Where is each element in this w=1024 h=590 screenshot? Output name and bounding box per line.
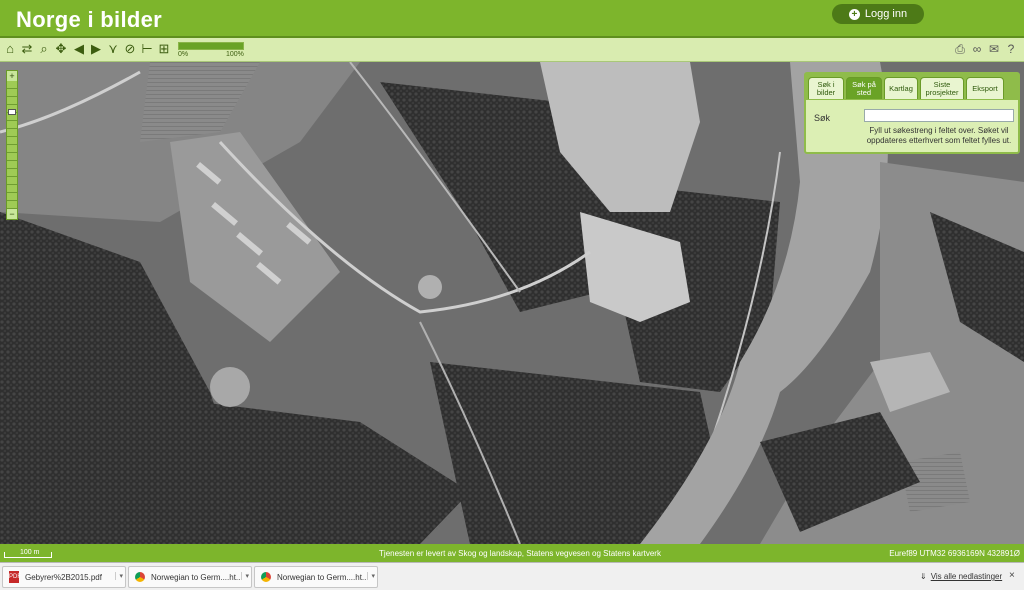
print-icon[interactable]: ⎙ bbox=[953, 41, 967, 57]
download-filename: Norwegian to Germ....ht... bbox=[151, 572, 243, 582]
search-input[interactable] bbox=[864, 109, 1014, 122]
toolbar: ⌂ ⇄ ⌕ ✥ ◀ ▶ ⋎ ⊘ ⊢ ⊞ bbox=[0, 38, 1024, 62]
help-icon[interactable]: ? bbox=[1004, 41, 1018, 57]
right-toolbar: ⎙ ∞ ✉ ? bbox=[953, 41, 1018, 57]
scale-label: 100 m bbox=[20, 549, 40, 556]
tab-export[interactable]: Eksport bbox=[966, 77, 1004, 99]
zoom-box-icon[interactable]: ⌕ bbox=[36, 41, 52, 57]
refresh-icon[interactable]: ⇄ bbox=[19, 41, 35, 57]
load-progress-bar bbox=[178, 42, 244, 50]
chrome-icon bbox=[261, 572, 271, 582]
credits-text: Tjenesten er levert av Skog og landskap,… bbox=[379, 549, 661, 558]
pdf-file-icon: PDF bbox=[9, 571, 21, 583]
download-icon: ⇓ bbox=[920, 572, 927, 581]
chevron-down-icon[interactable]: ▾ bbox=[241, 572, 249, 580]
coordinate-readout: Euref89 UTM32 6936169N 432891Ø bbox=[889, 549, 1020, 558]
chrome-icon bbox=[135, 572, 145, 582]
chevron-down-icon[interactable]: ▾ bbox=[367, 572, 375, 580]
download-bar: PDF Gebyrer%2B2015.pdf ▾ Norwegian to Ge… bbox=[0, 562, 1024, 590]
back-arrow-icon[interactable]: ◀ bbox=[71, 41, 87, 57]
mail-icon[interactable]: ✉ bbox=[987, 41, 1001, 57]
zoom-handle[interactable] bbox=[8, 109, 16, 115]
download-filename: Norwegian to Germ....ht... bbox=[277, 572, 369, 582]
measure-icon[interactable]: ⋎ bbox=[105, 41, 121, 57]
zoom-in-button[interactable]: + bbox=[7, 71, 17, 81]
search-label: Søk bbox=[814, 113, 831, 123]
download-item-html-1[interactable]: Norwegian to Germ....ht... ▾ bbox=[128, 566, 252, 588]
download-item-pdf[interactable]: PDF Gebyrer%2B2015.pdf ▾ bbox=[2, 566, 126, 588]
pan-icon[interactable]: ✥ bbox=[53, 41, 69, 57]
layer-icon[interactable]: ⊞ bbox=[156, 41, 172, 57]
close-download-bar-button[interactable]: × bbox=[1009, 570, 1015, 581]
header: Norge i bilder + Logg inn bbox=[0, 0, 1024, 38]
progress-start-label: 0% bbox=[178, 51, 189, 58]
progress-end-label: 100% bbox=[226, 51, 244, 58]
panel-tabs: Søk i bilder Søk på sted Kartlag Siste p… bbox=[806, 74, 1018, 100]
zoom-slider[interactable]: + − bbox=[6, 70, 18, 220]
search-help-text: Fyll ut søkestreng i feltet over. Søket … bbox=[866, 126, 1012, 145]
tab-map-layers[interactable]: Kartlag bbox=[884, 77, 918, 99]
chevron-down-icon[interactable]: ▾ bbox=[115, 572, 123, 580]
show-all-downloads[interactable]: ⇓ Vis alle nedlastinger bbox=[920, 572, 1002, 581]
show-all-link[interactable]: Vis alle nedlastinger bbox=[931, 572, 1002, 581]
login-label: Logg inn bbox=[864, 8, 908, 20]
download-item-html-2[interactable]: Norwegian to Germ....ht... ▾ bbox=[254, 566, 378, 588]
tab-search-images[interactable]: Søk i bilder bbox=[808, 77, 844, 99]
home-icon[interactable]: ⌂ bbox=[2, 41, 18, 57]
tab-search-place[interactable]: Søk på sted bbox=[846, 77, 882, 99]
forward-arrow-icon[interactable]: ▶ bbox=[88, 41, 104, 57]
tab-recent-projects[interactable]: Siste prosjekter bbox=[920, 77, 964, 99]
plus-icon: + bbox=[848, 8, 860, 20]
download-filename: Gebyrer%2B2015.pdf bbox=[25, 572, 102, 582]
compass-icon[interactable]: ⊘ bbox=[122, 41, 138, 57]
link-icon[interactable]: ∞ bbox=[970, 41, 984, 57]
load-progress-fill bbox=[179, 43, 243, 49]
page-title: Norge i bilder bbox=[16, 7, 162, 32]
app-window: Norge i bilder + Logg inn ⌂ ⇄ ⌕ ✥ ◀ ▶ ⋎ … bbox=[0, 0, 1024, 590]
zoom-track[interactable] bbox=[7, 81, 17, 209]
ruler-icon[interactable]: ⊢ bbox=[139, 41, 155, 57]
search-panel: Søk i bilder Søk på sted Kartlag Siste p… bbox=[804, 72, 1020, 154]
login-button[interactable]: + Logg inn bbox=[832, 4, 924, 24]
zoom-out-button[interactable]: − bbox=[7, 209, 17, 219]
